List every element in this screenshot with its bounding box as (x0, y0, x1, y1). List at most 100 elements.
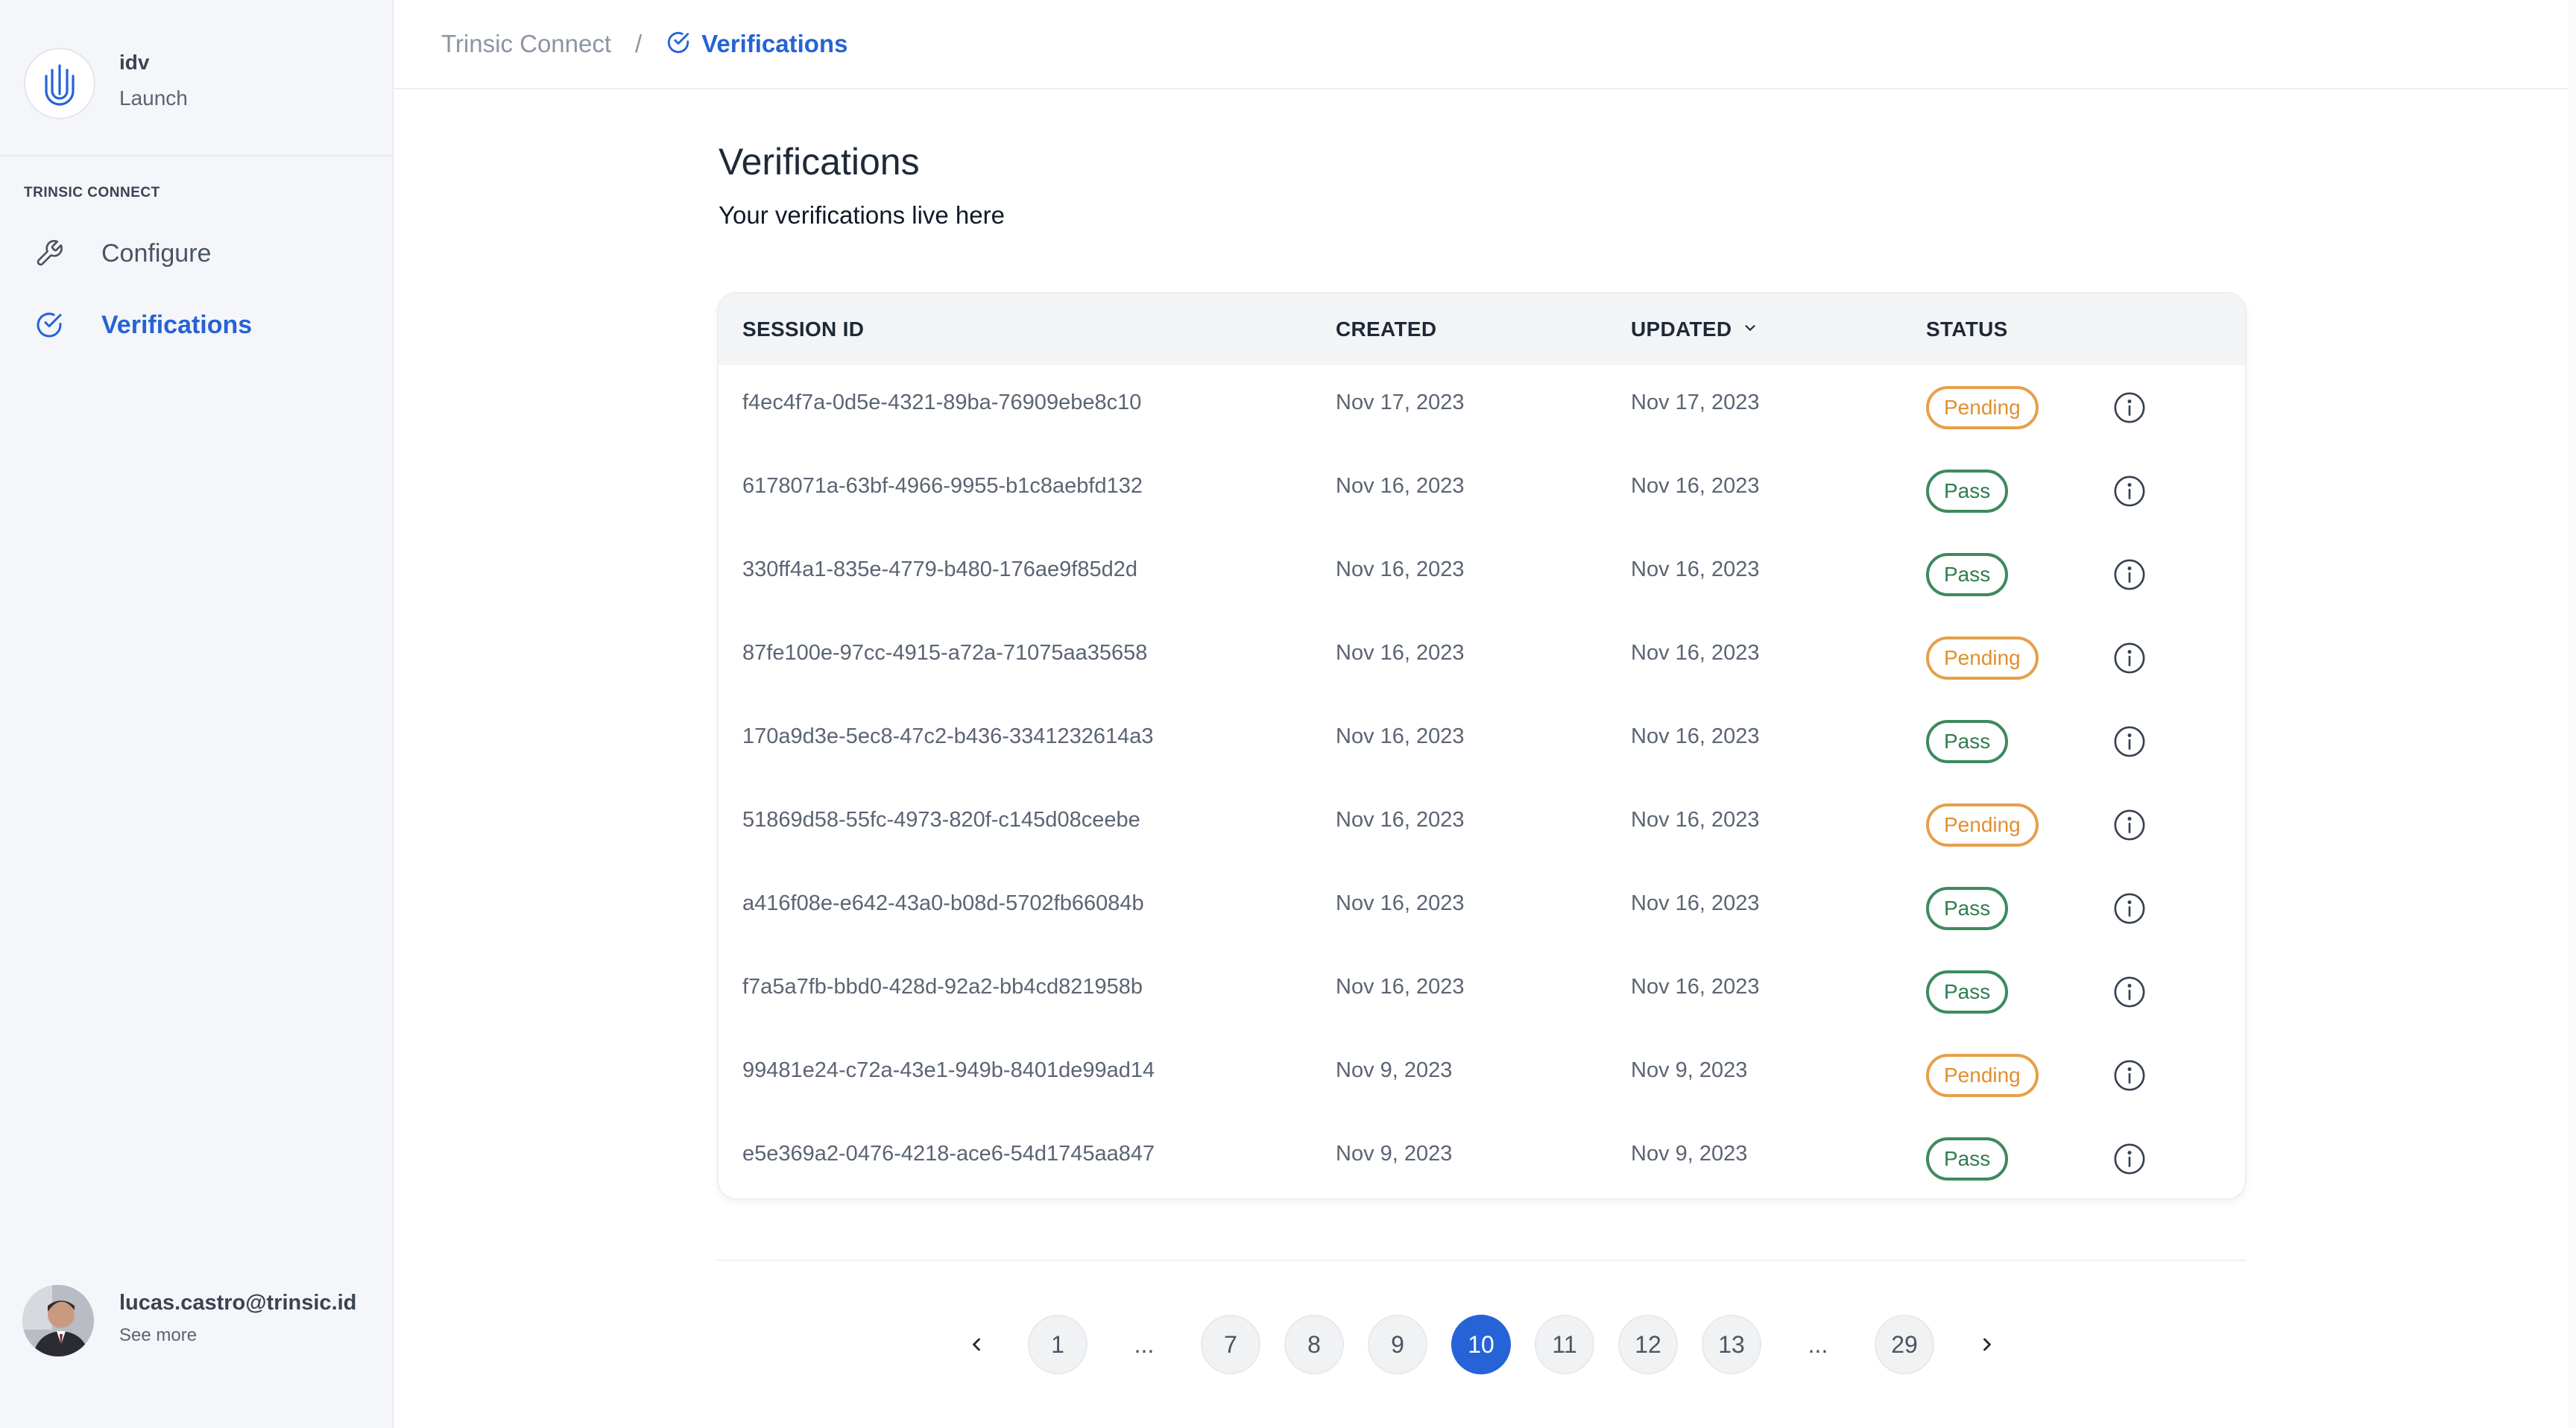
avatar (22, 1285, 94, 1356)
check-circle-icon (666, 30, 691, 59)
table-row[interactable]: 51869d58-55fc-4973-820f-c145d08ceebe Nov … (719, 783, 2245, 866)
status-badge: Pass (1926, 720, 2009, 763)
table-row[interactable]: f7a5a7fb-bbd0-428d-92a2-bb4cd821958b Nov … (719, 950, 2245, 1033)
org-subtitle: Launch (119, 86, 188, 110)
check-circle-icon (33, 309, 66, 341)
session-id-cell: 99481e24-c72a-43e1-949b-8401de99ad14 (742, 1058, 1155, 1082)
status-badge: Pass (1926, 553, 2009, 596)
info-icon[interactable] (2112, 724, 2147, 759)
session-id-cell: 51869d58-55fc-4973-820f-c145d08ceebe (742, 808, 1140, 832)
info-icon[interactable] (2112, 474, 2147, 508)
created-cell: Nov 16, 2023 (1336, 808, 1465, 832)
created-cell: Nov 17, 2023 (1336, 391, 1465, 414)
created-cell: Nov 16, 2023 (1336, 724, 1465, 748)
breadcrumb-root[interactable]: Trinsic Connect (441, 30, 611, 58)
table-row[interactable]: a416f08e-e642-43a0-b08d-5702fb66084b Nov … (719, 866, 2245, 950)
updated-cell: Nov 16, 2023 (1631, 724, 1760, 748)
page-title: Verifications (719, 141, 920, 183)
org-switcher[interactable]: idv Launch (24, 43, 367, 119)
session-id-cell: 330ff4a1-835e-4779-b480-176ae9f85d2d (742, 557, 1138, 581)
info-icon[interactable] (2112, 391, 2147, 425)
pagination-ellipsis: ... (1808, 1330, 1828, 1358)
sidebar-section-title: TRINSIC CONNECT (24, 185, 160, 200)
page-button[interactable]: 8 (1284, 1315, 1344, 1374)
session-id-cell: f7a5a7fb-bbd0-428d-92a2-bb4cd821958b (742, 975, 1143, 999)
page-button[interactable]: 13 (1702, 1315, 1761, 1374)
session-id-cell: e5e369a2-0476-4218-ace6-54d1745aa847 (742, 1142, 1155, 1166)
sidebar: idv Launch TRINSIC CONNECT Configure Ver… (0, 0, 394, 1428)
session-id-cell: 87fe100e-97cc-4915-a72a-71075aa35658 (742, 641, 1148, 665)
user-email: lucas.castro@trinsic.id (119, 1291, 357, 1315)
pagination-ellipsis: ... (1134, 1330, 1155, 1358)
sidebar-item-configure[interactable]: Configure (33, 230, 361, 277)
org-name: idv (119, 51, 150, 74)
created-cell: Nov 16, 2023 (1336, 557, 1465, 581)
table-row[interactable]: 6178071a-63bf-4966-9955-b1c8aebfd132 Nov … (719, 449, 2245, 532)
updated-cell: Nov 9, 2023 (1631, 1142, 1748, 1166)
created-cell: Nov 9, 2023 (1336, 1142, 1453, 1166)
page-button[interactable]: 1 (1028, 1315, 1087, 1374)
status-badge: Pending (1926, 803, 2039, 847)
status-badge: Pass (1926, 470, 2009, 513)
page-button[interactable]: 7 (1201, 1315, 1260, 1374)
updated-cell: Nov 9, 2023 (1631, 1058, 1748, 1082)
sidebar-divider (0, 155, 392, 157)
session-id-cell: 6178071a-63bf-4966-9955-b1c8aebfd132 (742, 474, 1143, 498)
status-badge: Pending (1926, 636, 2039, 680)
column-header-session-id[interactable]: SESSION ID (742, 317, 864, 341)
see-more-link[interactable]: See more (119, 1325, 197, 1346)
updated-cell: Nov 16, 2023 (1631, 641, 1760, 665)
table-row[interactable]: f4ec4f7a-0d5e-4321-89ba-76909ebe8c10 Nov … (719, 365, 2245, 449)
chevron-left-icon[interactable] (954, 1315, 999, 1374)
sidebar-item-label: Verifications (101, 310, 253, 339)
table-row[interactable]: 87fe100e-97cc-4915-a72a-71075aa35658 Nov … (719, 616, 2245, 699)
session-id-cell: a416f08e-e642-43a0-b08d-5702fb66084b (742, 891, 1144, 915)
created-cell: Nov 16, 2023 (1336, 474, 1465, 498)
chevron-down-icon (1742, 317, 1758, 341)
status-badge: Pending (1926, 1054, 2039, 1097)
table-row[interactable]: 170a9d3e-5ec8-47c2-b436-3341232614a3 Nov … (719, 699, 2245, 783)
user-menu[interactable]: lucas.castro@trinsic.id See more (22, 1282, 380, 1356)
scrollbar[interactable] (2569, 0, 2576, 1428)
page-button[interactable]: 11 (1535, 1315, 1594, 1374)
updated-cell: Nov 16, 2023 (1631, 474, 1760, 498)
page-button-current[interactable]: 10 (1451, 1315, 1511, 1374)
session-id-cell: f4ec4f7a-0d5e-4321-89ba-76909ebe8c10 (742, 391, 1142, 414)
session-id-cell: 170a9d3e-5ec8-47c2-b436-3341232614a3 (742, 724, 1154, 748)
sidebar-item-verifications[interactable]: Verifications (33, 301, 361, 349)
column-header-status[interactable]: STATUS (1926, 317, 2008, 341)
info-icon[interactable] (2112, 641, 2147, 675)
info-icon[interactable] (2112, 1142, 2147, 1176)
sidebar-item-label: Configure (101, 238, 212, 268)
breadcrumb: Trinsic Connect / Verifications (394, 0, 2576, 89)
updated-cell: Nov 16, 2023 (1631, 557, 1760, 581)
info-icon[interactable] (2112, 891, 2147, 926)
page-button[interactable]: 29 (1875, 1315, 1934, 1374)
created-cell: Nov 9, 2023 (1336, 1058, 1453, 1082)
chevron-right-icon[interactable] (1965, 1315, 2010, 1374)
column-header-created[interactable]: CREATED (1336, 317, 1436, 341)
column-header-updated[interactable]: UPDATED (1631, 317, 1758, 341)
updated-cell: Nov 16, 2023 (1631, 975, 1760, 999)
org-logo-icon (24, 48, 95, 119)
info-icon[interactable] (2112, 975, 2147, 1009)
page-button[interactable]: 9 (1368, 1315, 1427, 1374)
page-button[interactable]: 12 (1618, 1315, 1678, 1374)
pagination-divider (717, 1260, 2247, 1261)
status-badge: Pending (1926, 386, 2039, 429)
breadcrumb-current: Verifications (666, 30, 847, 59)
created-cell: Nov 16, 2023 (1336, 975, 1465, 999)
info-icon[interactable] (2112, 557, 2147, 592)
table-row[interactable]: 99481e24-c72a-43e1-949b-8401de99ad14 Nov … (719, 1033, 2245, 1116)
table-row[interactable]: e5e369a2-0476-4218-ace6-54d1745aa847 Nov … (719, 1116, 2245, 1198)
updated-cell: Nov 16, 2023 (1631, 891, 1760, 915)
table-row[interactable]: 330ff4a1-835e-4779-b480-176ae9f85d2d Nov … (719, 532, 2245, 616)
wrench-icon (33, 237, 66, 270)
verifications-table: SESSION ID CREATED UPDATED STATUS f4ec4f… (717, 292, 2247, 1200)
status-badge: Pass (1926, 887, 2009, 930)
table-header: SESSION ID CREATED UPDATED STATUS (719, 294, 2245, 365)
info-icon[interactable] (2112, 1058, 2147, 1093)
created-cell: Nov 16, 2023 (1336, 891, 1465, 915)
status-badge: Pass (1926, 970, 2009, 1014)
info-icon[interactable] (2112, 808, 2147, 842)
